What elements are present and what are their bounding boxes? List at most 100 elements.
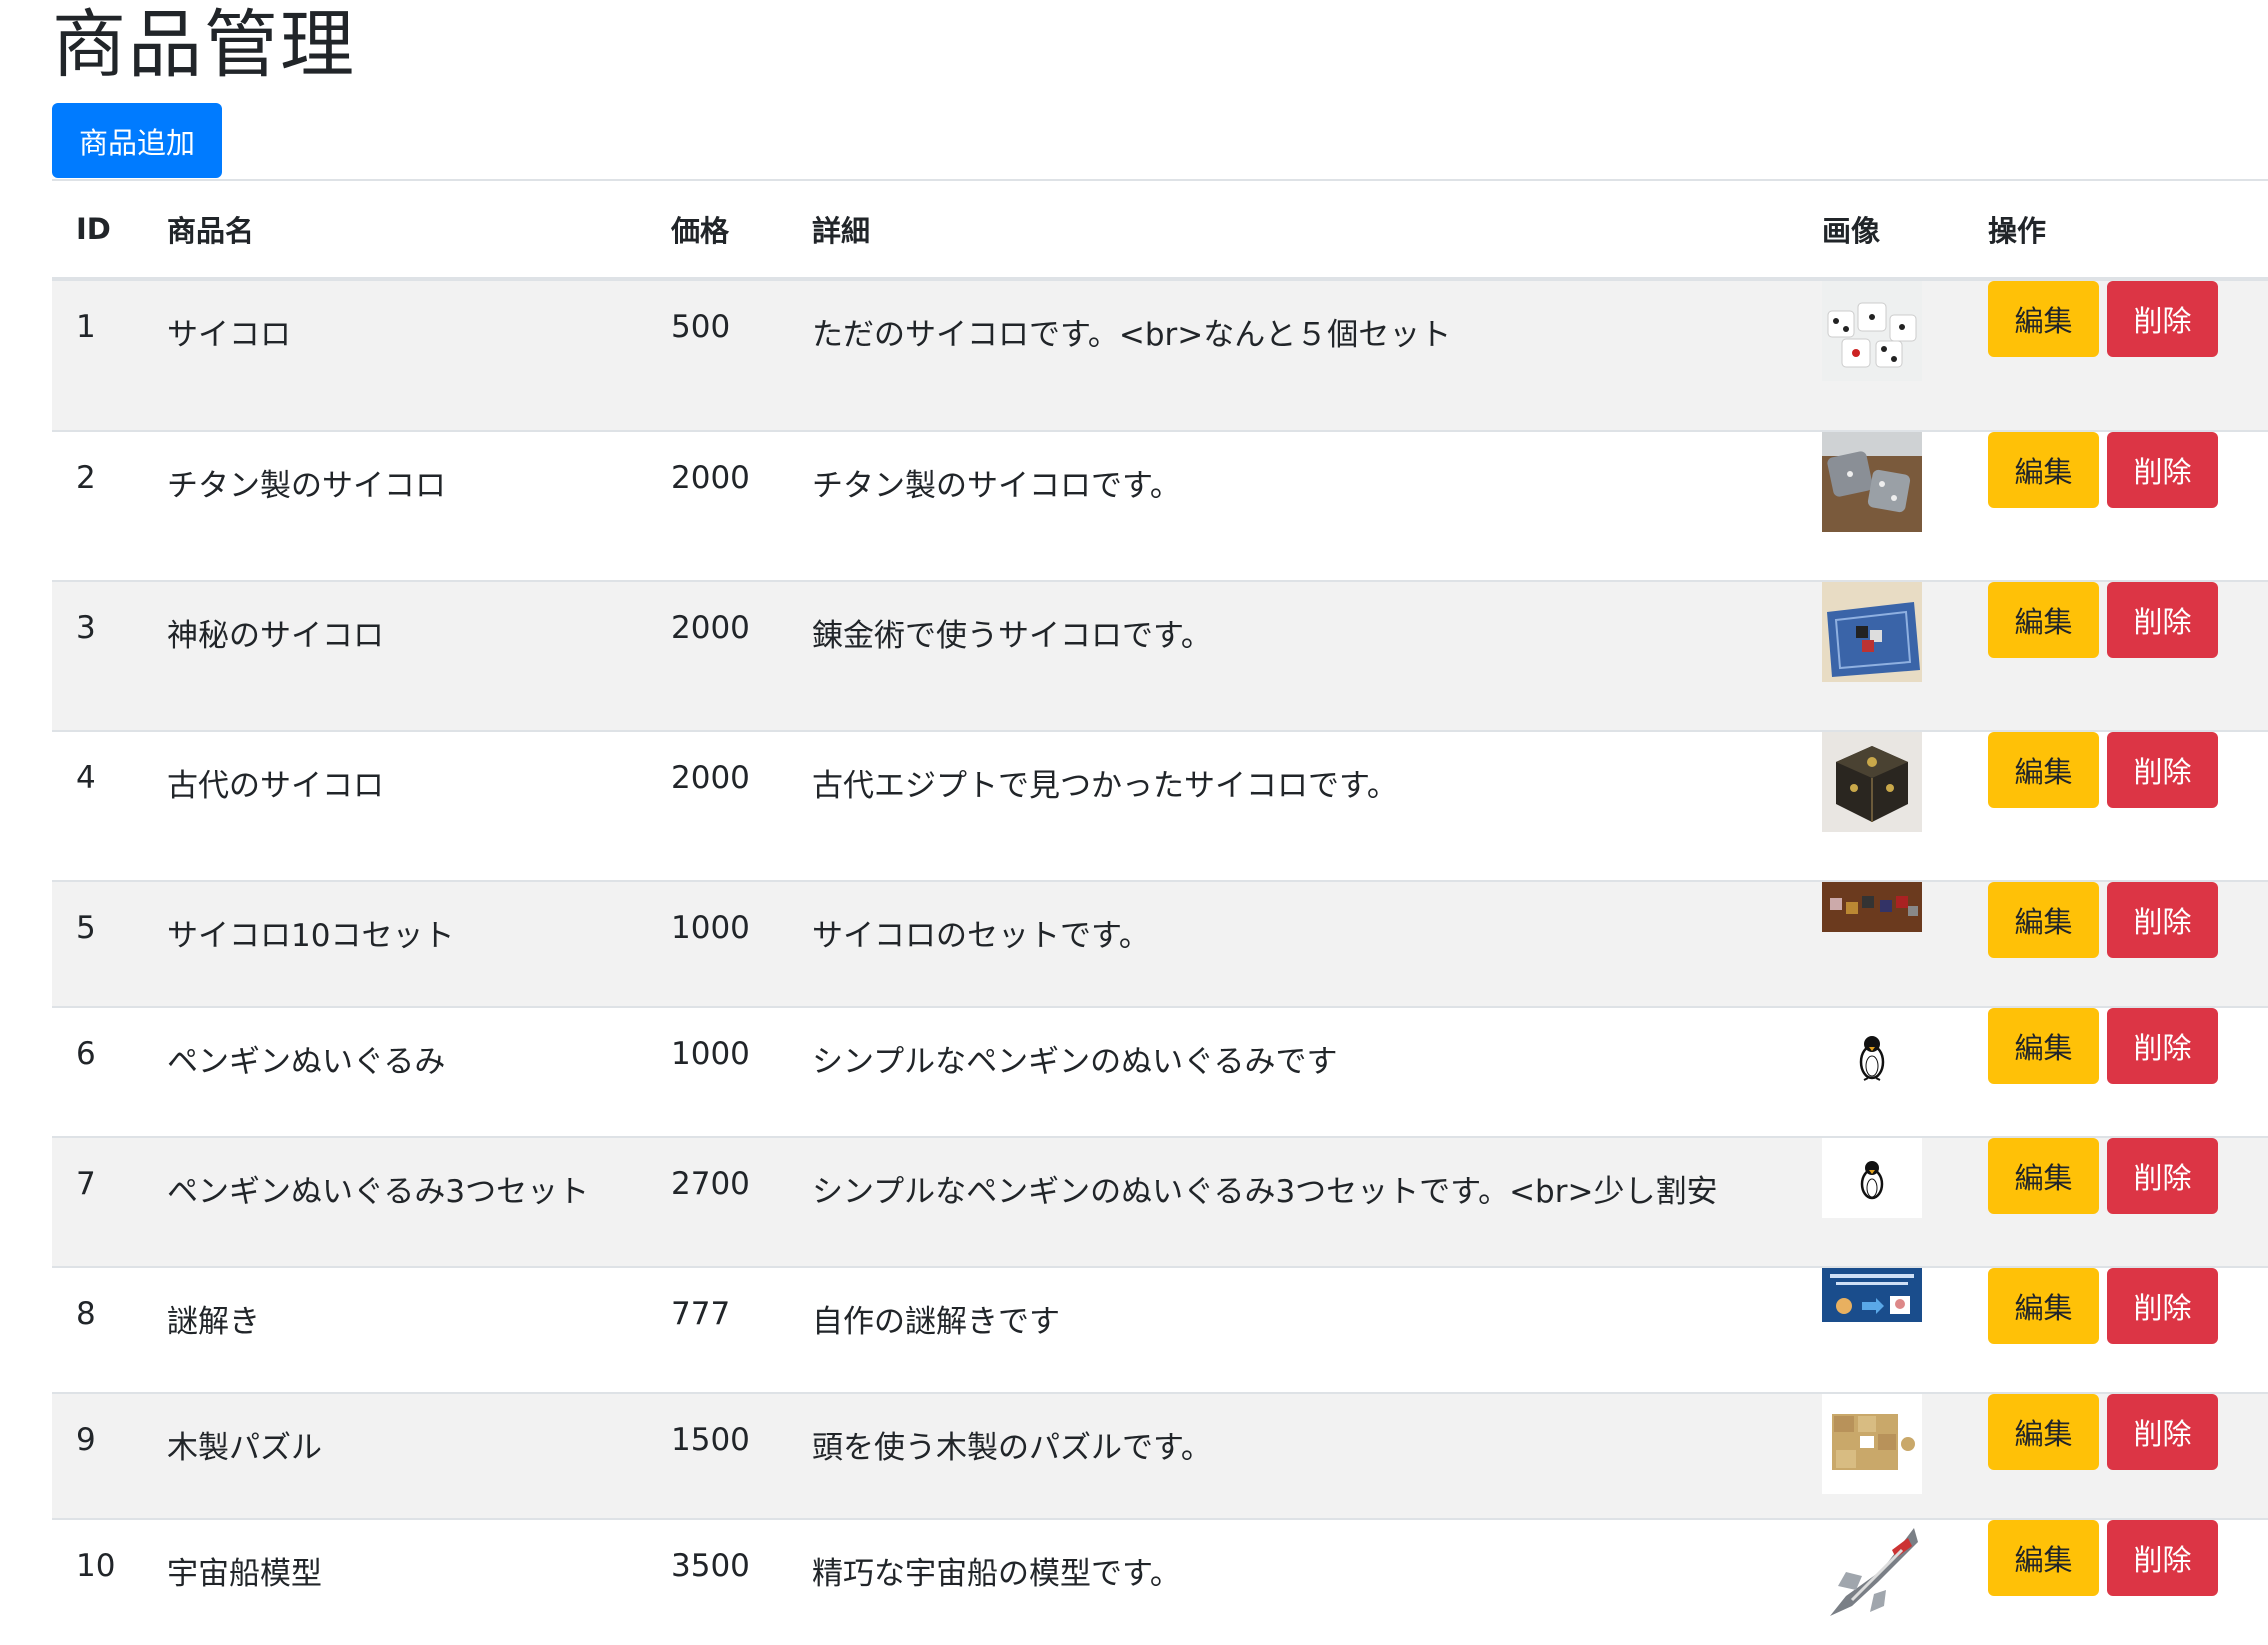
- penguin-set-icon: [1822, 1138, 1922, 1218]
- cell-actions: 編集 削除: [1964, 1518, 2268, 1645]
- delete-button[interactable]: 削除: [2107, 1008, 2218, 1084]
- cell-id: 3: [52, 580, 143, 731]
- cell-image: [1798, 430, 1964, 581]
- delete-button[interactable]: 削除: [2107, 1394, 2218, 1470]
- cell-actions: 編集 削除: [1964, 880, 2268, 1007]
- cell-actions: 編集 削除: [1964, 278, 2268, 431]
- cell-image: [1798, 580, 1964, 731]
- edit-button[interactable]: 編集: [1988, 582, 2099, 658]
- table-row: 7 ペンギンぬいぐるみ3つセット 2700 シンプルなペンギンのぬいぐるみ3つセ…: [52, 1136, 2268, 1267]
- table-row: 6 ペンギンぬいぐるみ 1000 シンプルなペンギンのぬいぐるみです 編集 削除: [52, 1006, 2268, 1137]
- ancient-dice-photo: [1822, 732, 1922, 832]
- table-row: 8 謎解き 777 自作の謎解きです 編集 削除: [52, 1266, 2268, 1393]
- dice-set-photo: [1822, 882, 1922, 932]
- product-table: ID 商品名 価格 詳細 画像 操作 1 サイコロ 500 ただのサイコロです。…: [52, 181, 2268, 1645]
- edit-button[interactable]: 編集: [1988, 281, 2099, 357]
- table-header-row: ID 商品名 価格 詳細 画像 操作: [52, 181, 2268, 281]
- cell-actions: 編集 削除: [1964, 1136, 2268, 1267]
- cell-price: 2000: [647, 430, 788, 581]
- cell-detail: シンプルなペンギンのぬいぐるみ3つセットです。<br>少し割安: [788, 1136, 1798, 1267]
- header-actions: 操作: [1964, 181, 2268, 281]
- cell-id: 7: [52, 1136, 143, 1267]
- page-title: 商品管理: [52, 2, 356, 88]
- titanium-dice-photo: [1822, 432, 1922, 532]
- cell-id: 10: [52, 1518, 143, 1645]
- header-detail: 詳細: [788, 181, 1798, 281]
- edit-button[interactable]: 編集: [1988, 1520, 2099, 1596]
- edit-button[interactable]: 編集: [1988, 882, 2099, 958]
- wooden-puzzle-photo: [1822, 1394, 1922, 1494]
- edit-button[interactable]: 編集: [1988, 432, 2099, 508]
- cell-detail: チタン製のサイコロです。: [788, 430, 1798, 581]
- puzzle-game-banner: [1822, 1268, 1922, 1322]
- cell-name: 神秘のサイコロ: [143, 580, 647, 731]
- cell-actions: 編集 削除: [1964, 430, 2268, 581]
- cell-id: 5: [52, 880, 143, 1007]
- cell-detail: 錬金術で使うサイコロです。: [788, 580, 1798, 731]
- cell-detail: シンプルなペンギンのぬいぐるみです: [788, 1006, 1798, 1137]
- edit-button[interactable]: 編集: [1988, 732, 2099, 808]
- edit-button[interactable]: 編集: [1988, 1138, 2099, 1214]
- header-id: ID: [52, 181, 143, 281]
- cell-detail: 精巧な宇宙船の模型です。: [788, 1518, 1798, 1645]
- cell-name: 謎解き: [143, 1266, 647, 1393]
- edit-button[interactable]: 編集: [1988, 1008, 2099, 1084]
- edit-button[interactable]: 編集: [1988, 1268, 2099, 1344]
- spaceship-model-photo: [1822, 1520, 1922, 1620]
- header-price: 価格: [647, 181, 788, 281]
- cell-price: 3500: [647, 1518, 788, 1645]
- cell-price: 1500: [647, 1392, 788, 1519]
- cell-actions: 編集 削除: [1964, 580, 2268, 731]
- delete-button[interactable]: 削除: [2107, 1268, 2218, 1344]
- cell-name: ペンギンぬいぐるみ3つセット: [143, 1136, 647, 1267]
- cell-name: ペンギンぬいぐるみ: [143, 1006, 647, 1137]
- cell-image: [1798, 1518, 1964, 1645]
- penguin-plush-icon: [1859, 1036, 1885, 1081]
- cell-image: [1798, 730, 1964, 881]
- table-row: 5 サイコロ10コセット 1000 サイコロのセットです。 編集 削除: [52, 880, 2268, 1007]
- cell-detail: ただのサイコロです。<br>なんと５個セット: [788, 278, 1798, 431]
- table-row: 1 サイコロ 500 ただのサイコロです。<br>なんと５個セット 編集 削除: [52, 278, 2268, 431]
- cell-id: 8: [52, 1266, 143, 1393]
- delete-button[interactable]: 削除: [2107, 1520, 2218, 1596]
- cell-price: 2700: [647, 1136, 788, 1267]
- cell-id: 6: [52, 1006, 143, 1137]
- header-name: 商品名: [143, 181, 647, 281]
- cell-price: 2000: [647, 580, 788, 731]
- delete-button[interactable]: 削除: [2107, 281, 2218, 357]
- cell-name: サイコロ10コセット: [143, 880, 647, 1007]
- cell-id: 4: [52, 730, 143, 881]
- table-row: 2 チタン製のサイコロ 2000 チタン製のサイコロです。 編集 削除: [52, 430, 2268, 581]
- cell-image: [1798, 1136, 1964, 1267]
- cell-image: [1798, 1392, 1964, 1519]
- delete-button[interactable]: 削除: [2107, 432, 2218, 508]
- cell-name: 木製パズル: [143, 1392, 647, 1519]
- delete-button[interactable]: 削除: [2107, 582, 2218, 658]
- table-row: 4 古代のサイコロ 2000 古代エジプトで見つかったサイコロです。 編集 削除: [52, 730, 2268, 881]
- delete-button[interactable]: 削除: [2107, 1138, 2218, 1214]
- cell-price: 1000: [647, 880, 788, 1007]
- cell-actions: 編集 削除: [1964, 1006, 2268, 1137]
- cell-id: 1: [52, 278, 143, 431]
- delete-button[interactable]: 削除: [2107, 732, 2218, 808]
- cell-detail: 頭を使う木製のパズルです。: [788, 1392, 1798, 1519]
- delete-button[interactable]: 削除: [2107, 882, 2218, 958]
- cell-detail: サイコロのセットです。: [788, 880, 1798, 1007]
- cell-name: チタン製のサイコロ: [143, 430, 647, 581]
- cell-id: 2: [52, 430, 143, 581]
- edit-button[interactable]: 編集: [1988, 1394, 2099, 1470]
- white-dice-photo: [1822, 281, 1922, 381]
- table-row: 10 宇宙船模型 3500 精巧な宇宙船の模型です。 編集 削除: [52, 1518, 2268, 1645]
- cell-image: [1798, 1006, 1964, 1137]
- cell-id: 9: [52, 1392, 143, 1519]
- cell-image: [1798, 1266, 1964, 1393]
- table-row: 3 神秘のサイコロ 2000 錬金術で使うサイコロです。 編集 削除: [52, 580, 2268, 731]
- add-product-button[interactable]: 商品追加: [52, 103, 222, 178]
- cell-actions: 編集 削除: [1964, 1392, 2268, 1519]
- cell-price: 1000: [647, 1006, 788, 1137]
- cell-name: サイコロ: [143, 278, 647, 431]
- cell-price: 777: [647, 1266, 788, 1393]
- cell-detail: 自作の謎解きです: [788, 1266, 1798, 1393]
- cell-name: 宇宙船模型: [143, 1518, 647, 1645]
- header-image: 画像: [1798, 181, 1964, 281]
